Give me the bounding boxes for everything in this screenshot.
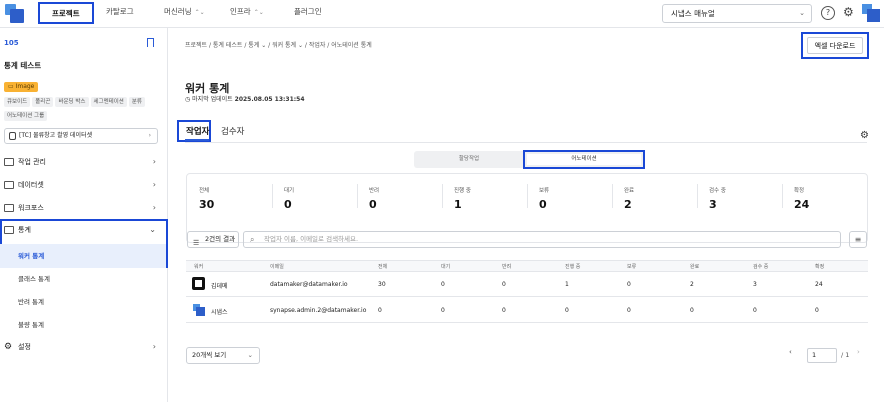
chevron-right-icon: ›	[152, 203, 156, 212]
sidebar-item-dataset[interactable]: 데이터셋 ›	[4, 177, 164, 193]
table-row[interactable]: 김데메 datamaker@datamaker.io 30 0 0 1 0 2 …	[186, 272, 868, 297]
folder-icon	[4, 158, 14, 166]
gear-icon: ⚙	[4, 342, 13, 352]
tag-polygon: 폴리곤	[32, 97, 54, 107]
sidebar-item-settings[interactable]: ⚙ 설정 ›	[4, 339, 164, 355]
page-number-input[interactable]: 1	[807, 348, 837, 363]
table-header: 워커 이메일 전체 대기 반려 진행 중 보류 완료 검수 중 확정	[186, 260, 868, 272]
nav-machine-learning[interactable]: 머신러닝 ⌃⌄	[164, 2, 205, 24]
chevron-right-icon: ›	[148, 132, 151, 139]
tag-segmentation: 세그멘테이션	[90, 97, 127, 107]
chevron-right-icon: ›	[152, 180, 156, 189]
folder-icon	[4, 226, 14, 234]
user-avatar-icon[interactable]	[862, 4, 881, 23]
breadcrumb[interactable]: 프로젝트 / 통계 테스트 / 통계 ⌄ / 워커 통계 ⌄ / 작업자 / 어…	[185, 40, 372, 49]
search-input[interactable]: ⌕ 작업자 이름, 이메일로 검색하세요.	[243, 231, 841, 248]
sidebar-item-workforce[interactable]: 워크포스 ›	[4, 200, 164, 216]
folder-icon	[4, 204, 14, 212]
project-id: 105	[4, 39, 19, 47]
folder-icon	[4, 181, 14, 189]
filter-button[interactable]: ☰ 2건의 결과	[187, 231, 239, 248]
tab-workers[interactable]: 작업자	[186, 125, 209, 137]
sidebar-sub-reject-stats[interactable]: 반려 통계	[18, 295, 44, 309]
qr-avatar-icon	[192, 277, 205, 290]
nav-infra[interactable]: 인프라 ⌃⌄	[230, 2, 264, 24]
prev-page-icon[interactable]: ‹	[789, 348, 792, 356]
question-circle-icon[interactable]: ?	[821, 6, 835, 20]
bookmark-icon[interactable]	[147, 38, 154, 47]
sidebar-sub-defect-stats[interactable]: 불량 통계	[18, 318, 44, 332]
image-icon: ▭	[8, 83, 16, 90]
chevron-down-icon: ⌄	[799, 9, 805, 17]
gear-icon[interactable]: ⚙	[860, 130, 869, 141]
chevron-updown-icon: ⌃⌄	[194, 9, 205, 16]
project-name: 통계 테스트	[4, 61, 42, 70]
chevron-updown-icon: ⌃⌄	[253, 9, 264, 16]
sidebar-sub-worker-stats[interactable]: 워커 통계	[18, 249, 44, 263]
annotation-tags: 큐보이드 폴리곤 바운딩 박스 세그멘테이션 분류어노테이션 그룹	[4, 96, 164, 124]
next-page-icon[interactable]: ›	[857, 348, 860, 356]
tab-divider	[185, 142, 867, 143]
tag-cuboid: 큐보이드	[4, 97, 31, 107]
table-row[interactable]: 시냅스 synapse.admin.2@datamaker.io 0 0 0 0…	[186, 298, 868, 323]
segment-annotations[interactable]: 어노테이션	[527, 154, 641, 165]
manual-select[interactable]: 시냅스 매뉴얼 ⌄	[662, 4, 812, 23]
chevron-down-icon: ⌄	[247, 351, 253, 359]
excel-download-button[interactable]: 엑셀 다운로드	[801, 32, 869, 59]
tag-classification: 분류	[128, 97, 145, 107]
chevron-right-icon: ›	[152, 157, 156, 166]
app-logo-icon[interactable]	[5, 4, 24, 23]
sidebar-item-task-management[interactable]: 작업 관리 ›	[4, 154, 164, 170]
data-type-badge: ▭ Image	[4, 82, 39, 92]
dataset-selector[interactable]: [TC] 물류창고 촬영 데이터셋 ›	[4, 128, 158, 144]
segment-control: 할당작업 어노테이션	[414, 150, 645, 169]
page-total: / 1	[841, 351, 850, 359]
tag-bbox: 바운딩 박스	[55, 97, 89, 107]
main-content: 프로젝트 / 통계 테스트 / 통계 ⌄ / 워커 통계 ⌄ / 작업자 / 어…	[169, 28, 884, 402]
filter-icon: ☰	[193, 239, 200, 247]
top-navigation-bar: 프로젝트 카탈로그 머신러닝 ⌃⌄ 인프라 ⌃⌄ 플러그인 시냅스 매뉴얼 ⌄ ? ⚙	[0, 0, 884, 28]
page-size-select[interactable]: 20개씩 보기 ⌄	[186, 347, 260, 364]
gear-icon[interactable]: ⚙	[843, 5, 854, 19]
column-settings-icon[interactable]: ≡	[849, 231, 867, 248]
tab-active-indicator	[185, 139, 209, 141]
nav-projects[interactable]: 프로젝트	[38, 2, 94, 24]
segment-assigned-tasks[interactable]: 할당작업	[414, 151, 524, 168]
search-icon: ⌕	[250, 235, 255, 244]
tab-reviewers[interactable]: 검수자	[221, 125, 244, 137]
database-icon	[9, 132, 16, 140]
tag-annotation-group: 어노테이션 그룹	[4, 111, 48, 121]
chevron-right-icon: ›	[152, 342, 156, 351]
segment-highlight: 어노테이션	[523, 150, 645, 169]
sidebar: 105 통계 테스트 ▭ Image 큐보이드 폴리곤 바운딩 박스 세그멘테이션 분류…	[0, 28, 168, 402]
last-updated: ◷ 마지막 업데이트 2025.08.05 13:31:54	[185, 96, 305, 103]
nav-catalog[interactable]: 카탈로그	[106, 2, 134, 24]
chevron-down-icon: ⌄	[149, 225, 156, 234]
sidebar-item-statistics[interactable]: 통계 ⌄	[4, 222, 164, 238]
nav-plugins[interactable]: 플러그인	[294, 2, 322, 24]
user-avatar-icon	[193, 304, 205, 316]
sidebar-sub-class-stats[interactable]: 클래스 통계	[18, 272, 50, 286]
